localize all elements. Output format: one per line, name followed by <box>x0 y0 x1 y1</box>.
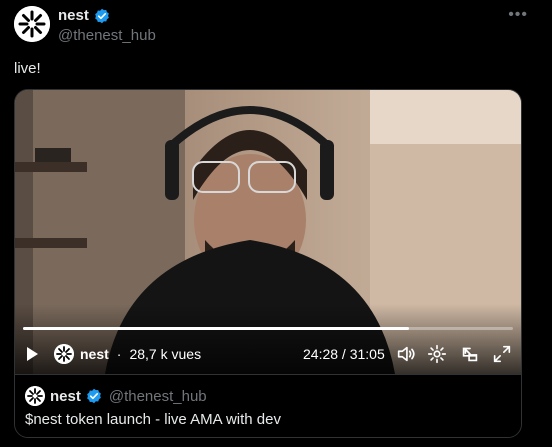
media-card[interactable]: nest · 28,7 k vues 24:28 / 31:05 nest @t… <box>14 89 522 438</box>
video-progress-bar[interactable] <box>23 327 513 330</box>
quote-author-name[interactable]: nest <box>50 388 81 405</box>
more-options-icon[interactable]: ••• <box>508 6 528 24</box>
video-controls: nest · 28,7 k vues 24:28 / 31:05 <box>15 342 521 366</box>
nest-logo-icon <box>14 6 50 42</box>
fullscreen-icon[interactable] <box>491 343 513 365</box>
quote-avatar[interactable] <box>25 386 45 406</box>
video-player[interactable]: nest · 28,7 k vues 24:28 / 31:05 <box>15 90 521 374</box>
video-time: 24:28 / 31:05 <box>303 346 385 362</box>
channel-name: nest <box>80 346 109 362</box>
author-handle[interactable]: @thenest_hub <box>58 27 156 44</box>
play-icon[interactable] <box>27 347 38 361</box>
tweet-text: live! <box>14 60 41 77</box>
verified-badge-icon <box>95 8 109 23</box>
separator-dot: · <box>116 346 122 362</box>
quote-text: $nest token launch - live AMA with dev <box>25 411 281 428</box>
channel-avatar-icon <box>54 344 74 364</box>
view-count: 28,7 k vues <box>129 346 202 362</box>
volume-icon[interactable] <box>395 343 417 365</box>
pop-out-icon[interactable] <box>459 343 481 365</box>
settings-icon[interactable] <box>426 343 448 365</box>
quote-author-handle[interactable]: @thenest_hub <box>109 388 207 405</box>
video-progress-fill <box>23 327 409 330</box>
avatar[interactable] <box>14 6 50 42</box>
author-name[interactable]: nest <box>58 7 89 24</box>
verified-badge-icon <box>87 388 101 404</box>
quoted-post[interactable]: nest @thenest_hub $nest token launch - l… <box>15 374 521 437</box>
